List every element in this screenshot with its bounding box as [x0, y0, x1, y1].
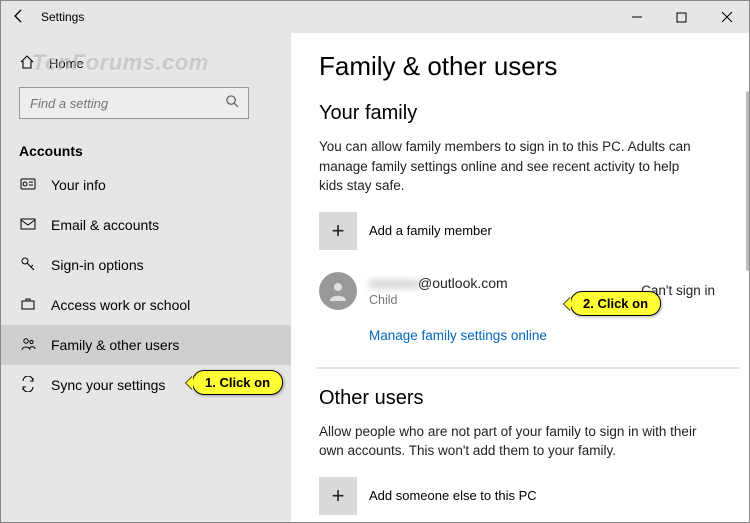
titlebar: Settings — [1, 1, 749, 33]
sidebar-item-signin-options[interactable]: Sign-in options — [1, 245, 291, 285]
close-button[interactable] — [704, 1, 749, 33]
avatar-icon — [319, 272, 357, 310]
sidebar-item-your-info[interactable]: Your info — [1, 165, 291, 205]
callout-2: 2. Click on — [570, 291, 661, 316]
section-your-family-title: Your family — [319, 102, 729, 125]
member-email: xxxxxxx@outlook.com — [369, 275, 629, 291]
section-your-family-desc: You can allow family members to sign in … — [319, 137, 699, 196]
content-pane: Family & other users Your family You can… — [291, 33, 749, 522]
scrollbar[interactable] — [743, 33, 749, 522]
home-icon — [19, 54, 35, 73]
minimize-button[interactable] — [614, 1, 659, 33]
sidebar-item-email-accounts[interactable]: Email & accounts — [1, 205, 291, 245]
page-title: Family & other users — [319, 51, 729, 82]
search-box[interactable] — [19, 87, 249, 119]
sidebar-item-label: Email & accounts — [51, 217, 159, 233]
add-other-user-button[interactable]: + Add someone else to this PC — [319, 477, 729, 515]
badge-icon — [19, 176, 37, 195]
briefcase-icon — [19, 296, 37, 315]
sidebar-item-label: Access work or school — [51, 297, 190, 313]
sidebar-home-label: Home — [49, 56, 84, 71]
maximize-button[interactable] — [659, 1, 704, 33]
callout-1: 1. Click on — [192, 370, 283, 395]
sidebar-home[interactable]: Home — [1, 43, 291, 83]
plus-icon: + — [319, 477, 357, 515]
key-icon — [19, 256, 37, 275]
people-icon — [19, 336, 37, 355]
section-other-users-title: Other users — [319, 387, 729, 410]
sidebar: Home Accounts Your info — [1, 33, 291, 522]
sidebar-item-family-other-users[interactable]: Family & other users — [1, 325, 291, 365]
sidebar-item-label: Sync your settings — [51, 377, 165, 393]
section-other-users-desc: Allow people who are not part of your fa… — [319, 422, 699, 461]
add-family-member-label: Add a family member — [369, 223, 492, 238]
plus-icon: + — [319, 212, 357, 250]
sidebar-item-label: Your info — [51, 177, 106, 193]
sidebar-item-label: Family & other users — [51, 337, 179, 353]
sidebar-item-access-work-school[interactable]: Access work or school — [1, 285, 291, 325]
settings-window: Settings Home — [0, 0, 750, 523]
sidebar-item-label: Sign-in options — [51, 257, 144, 273]
search-input[interactable] — [28, 95, 218, 112]
search-icon — [225, 94, 240, 112]
mail-icon — [19, 216, 37, 235]
back-button[interactable] — [11, 8, 27, 27]
manage-family-settings-link[interactable]: Manage family settings online — [369, 328, 547, 343]
family-member-row[interactable]: xxxxxxx@outlook.com Child Can't sign in — [319, 272, 729, 310]
add-other-user-label: Add someone else to this PC — [369, 488, 537, 503]
sync-icon — [19, 376, 37, 395]
add-family-member-button[interactable]: + Add a family member — [319, 212, 729, 250]
window-title: Settings — [41, 10, 84, 24]
divider — [317, 367, 739, 369]
sidebar-category: Accounts — [1, 129, 291, 165]
scrollbar-thumb[interactable] — [746, 91, 749, 271]
